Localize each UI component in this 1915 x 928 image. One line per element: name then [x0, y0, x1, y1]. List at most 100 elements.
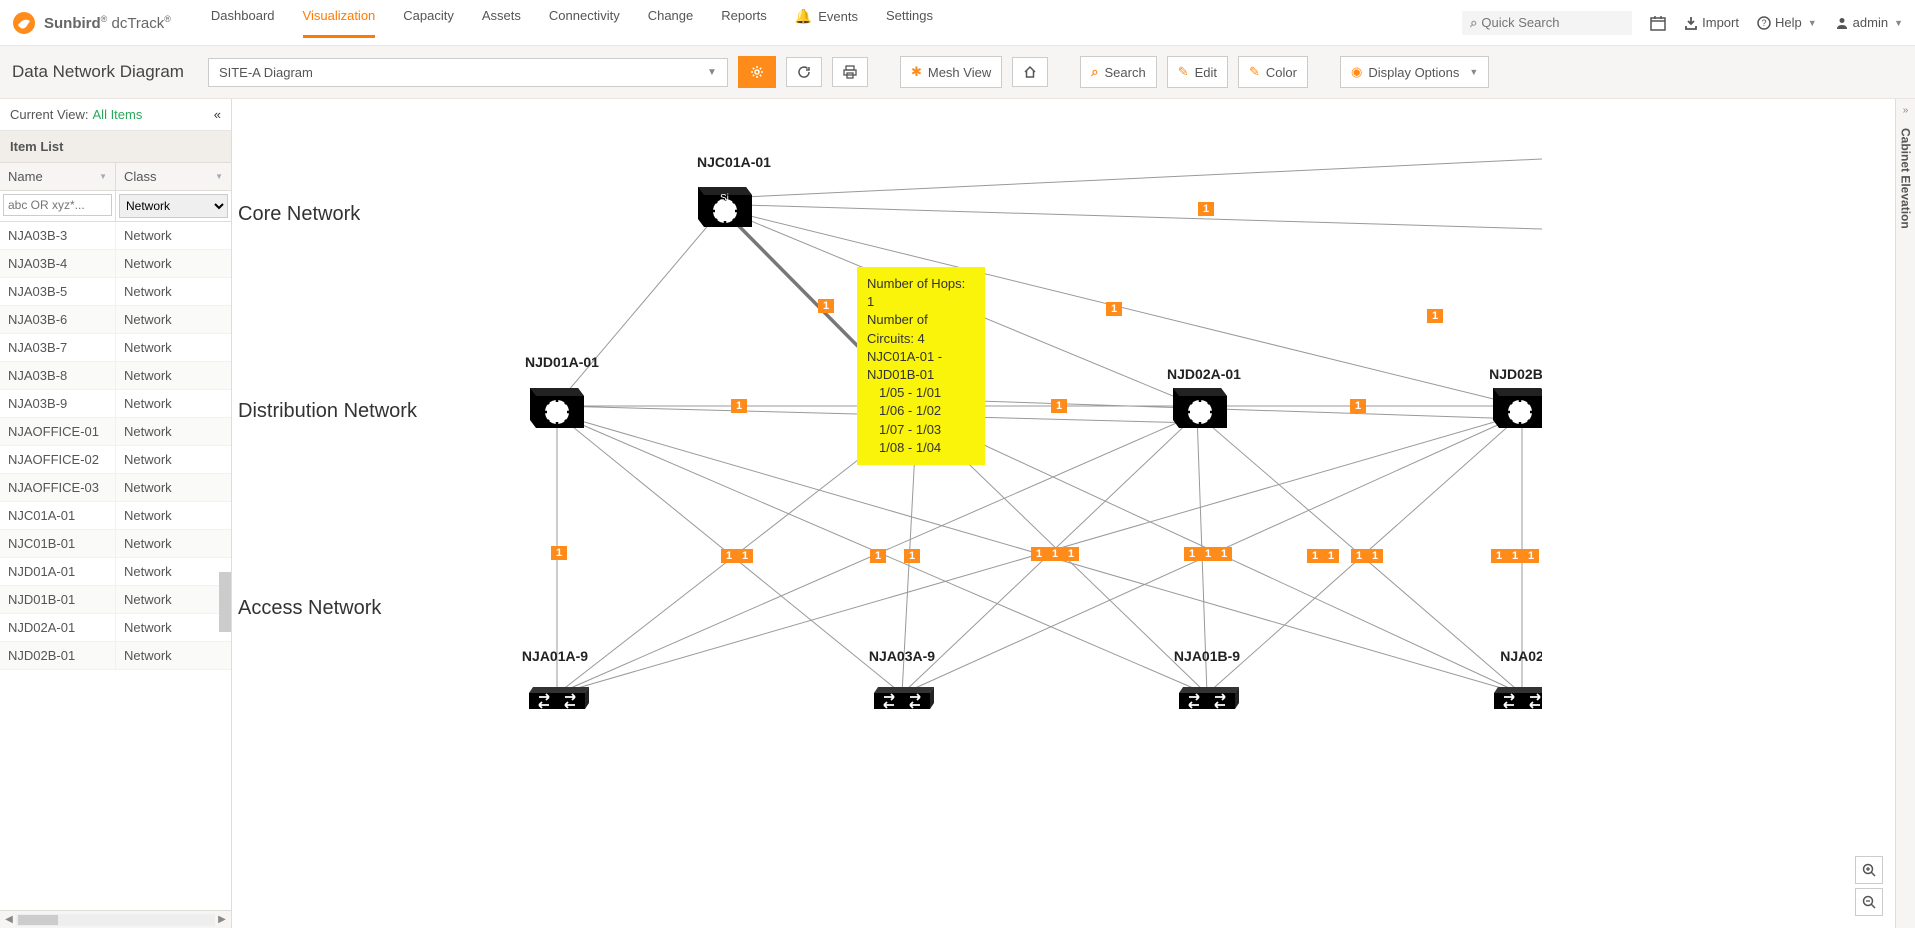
current-view-value[interactable]: All Items — [93, 107, 143, 122]
hop-badge: 1 — [1350, 399, 1366, 413]
node-a3[interactable]: NJA03A-9 — [869, 648, 935, 709]
search-icon: ⌕ — [1091, 64, 1098, 80]
node-d2b[interactable]: NJD02B — [1489, 366, 1542, 428]
svg-text:?: ? — [1761, 18, 1766, 28]
nav-change[interactable]: Change — [648, 8, 694, 38]
table-row[interactable]: NJC01A-01Network — [0, 502, 231, 530]
cell-name: NJAOFFICE-02 — [0, 446, 116, 473]
svg-text:NJC01A-01: NJC01A-01 — [697, 154, 771, 170]
name-filter-input[interactable] — [3, 194, 112, 216]
diagram-canvas[interactable]: Core Network Distribution Network Access… — [232, 99, 1895, 928]
nav-visualization[interactable]: Visualization — [303, 8, 376, 38]
diagram-select[interactable]: SITE-A Diagram▼ — [208, 58, 728, 87]
table-row[interactable]: NJA03B-3Network — [0, 222, 231, 250]
mesh-icon: ✱ — [911, 64, 922, 80]
collapse-left-icon[interactable]: « — [214, 107, 221, 122]
svg-text:NJD02B: NJD02B — [1489, 366, 1542, 382]
current-view-label: Current View: — [10, 107, 89, 122]
left-panel: Current View: All Items « Item List Name… — [0, 99, 232, 928]
nav-assets[interactable]: Assets — [482, 8, 521, 38]
quick-search-input[interactable] — [1481, 15, 1624, 30]
hop-badge: 1 — [1200, 547, 1216, 561]
table-row[interactable]: NJD02B-01Network — [0, 642, 231, 670]
search-icon: ⌕ — [1470, 15, 1477, 31]
hop-badge: 1 — [1047, 547, 1063, 561]
table-row[interactable]: NJAOFFICE-03Network — [0, 474, 231, 502]
table-row[interactable]: NJC01B-01Network — [0, 530, 231, 558]
table-row[interactable]: NJA03B-4Network — [0, 250, 231, 278]
cell-class: Network — [116, 250, 231, 277]
cell-name: NJC01B-01 — [0, 530, 116, 557]
nav-events[interactable]: 🔔Events — [795, 8, 858, 38]
edit-button[interactable]: ✎Edit — [1167, 56, 1228, 88]
node-a1b[interactable]: NJA01B-9 — [1174, 648, 1240, 709]
top-nav: Sunbird® dcTrack® Dashboard Visualizatio… — [0, 0, 1915, 46]
table-row[interactable]: NJD01B-01Network — [0, 586, 231, 614]
cell-name: NJA03B-7 — [0, 334, 116, 361]
hop-badge: 1 — [1216, 547, 1232, 561]
nav-connectivity[interactable]: Connectivity — [549, 8, 620, 38]
table-row[interactable]: NJD02A-01Network — [0, 614, 231, 642]
item-rows[interactable]: NJA03B-3NetworkNJA03B-4NetworkNJA03B-5Ne… — [0, 222, 231, 910]
table-row[interactable]: NJD01A-01Network — [0, 558, 231, 586]
cell-class: Network — [116, 362, 231, 389]
cell-name: NJAOFFICE-03 — [0, 474, 116, 501]
user-menu[interactable]: admin▼ — [1835, 15, 1903, 30]
nav-reports[interactable]: Reports — [721, 8, 767, 38]
mesh-view-button[interactable]: ✱Mesh View — [900, 56, 1002, 88]
table-row[interactable]: NJA03B-7Network — [0, 334, 231, 362]
color-icon: ✎ — [1249, 64, 1260, 80]
brand-logo-icon — [12, 11, 36, 35]
right-panel-label[interactable]: Cabinet Elevation — [1899, 128, 1913, 229]
nav-settings[interactable]: Settings — [886, 8, 933, 38]
node-d1a[interactable]: NJD01A-01 — [525, 354, 599, 428]
zoom-in-button[interactable] — [1855, 856, 1883, 884]
hop-badge: 1 — [731, 399, 747, 413]
hop-badge: 1 — [1031, 547, 1047, 561]
class-filter-select[interactable]: Network — [119, 194, 228, 218]
refresh-button[interactable] — [786, 57, 822, 87]
home-button[interactable] — [1012, 57, 1048, 87]
help-button[interactable]: ? Help▼ — [1757, 15, 1817, 30]
node-a2[interactable]: NJA02 — [1494, 648, 1542, 709]
import-button[interactable]: Import — [1684, 15, 1739, 30]
cell-class: Network — [116, 586, 231, 613]
toolbar: Data Network Diagram SITE-A Diagram▼ ✱Me… — [0, 46, 1915, 99]
nav-capacity[interactable]: Capacity — [403, 8, 454, 38]
col-header-class[interactable]: Class▼ — [116, 163, 231, 190]
cell-class: Network — [116, 474, 231, 501]
expand-right-icon[interactable]: » — [1903, 105, 1909, 116]
quick-search[interactable]: ⌕ — [1462, 11, 1632, 35]
table-row[interactable]: NJAOFFICE-01Network — [0, 418, 231, 446]
table-row[interactable]: NJA03B-8Network — [0, 362, 231, 390]
node-d2a[interactable]: NJD02A-01 — [1167, 366, 1241, 428]
cell-name: NJD02B-01 — [0, 642, 116, 669]
page-title: Data Network Diagram — [12, 62, 184, 82]
hop-badge: 1 — [1323, 549, 1339, 563]
print-button[interactable] — [832, 57, 868, 87]
cell-class: Network — [116, 222, 231, 249]
left-header: Current View: All Items « — [0, 99, 231, 131]
table-row[interactable]: NJA03B-5Network — [0, 278, 231, 306]
link-tooltip: Number of Hops: 1 Number of Circuits: 4 … — [857, 267, 985, 465]
node-a1[interactable]: NJA01A-9 — [522, 648, 589, 709]
h-scrollbar[interactable]: ◀ ▶ — [0, 910, 231, 928]
cell-name: NJA03B-9 — [0, 390, 116, 417]
table-row[interactable]: NJA03B-9Network — [0, 390, 231, 418]
search-button[interactable]: ⌕Search — [1080, 56, 1156, 88]
nav-dashboard[interactable]: Dashboard — [211, 8, 275, 38]
hop-badge: 1 — [1491, 549, 1507, 563]
col-header-name[interactable]: Name▼ — [0, 163, 116, 190]
color-button[interactable]: ✎Color — [1238, 56, 1308, 88]
cell-class: Network — [116, 642, 231, 669]
settings-gear-button[interactable] — [738, 56, 776, 88]
svg-text:NJA02: NJA02 — [1500, 648, 1542, 664]
table-row[interactable]: NJA03B-6Network — [0, 306, 231, 334]
calendar-icon[interactable] — [1650, 15, 1666, 31]
display-options-button[interactable]: ◉Display Options▼ — [1340, 56, 1489, 88]
node-core[interactable]: NJC01A-01Si — [697, 154, 771, 227]
zoom-out-button[interactable] — [1855, 888, 1883, 916]
table-row[interactable]: NJAOFFICE-02Network — [0, 446, 231, 474]
scrollbar-thumb[interactable] — [219, 572, 231, 632]
cell-class: Network — [116, 306, 231, 333]
